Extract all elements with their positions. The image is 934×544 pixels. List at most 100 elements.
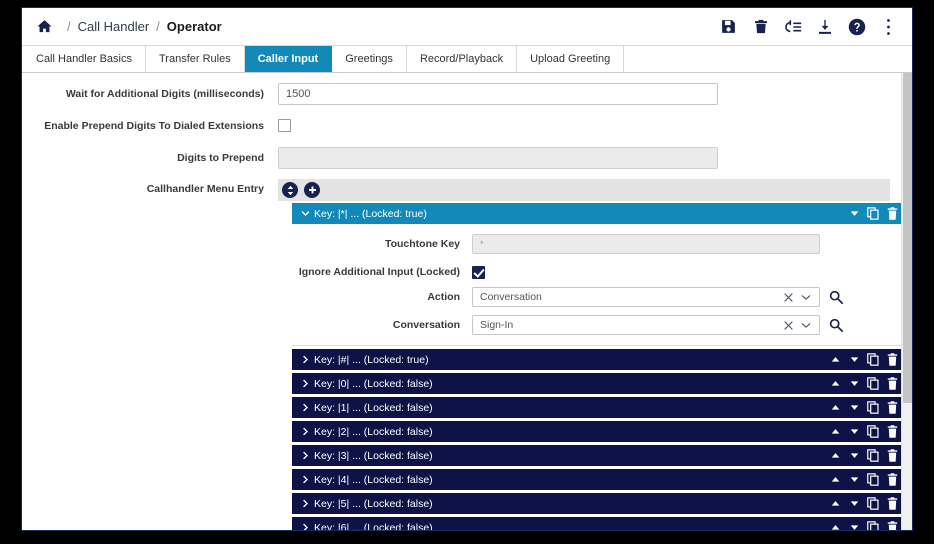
- scrollbar-thumb[interactable]: [903, 73, 912, 403]
- label-action: Action: [427, 291, 460, 303]
- accordion-header-collapsed[interactable]: Key: |#| ... (Locked: true): [292, 349, 904, 370]
- action-select[interactable]: Conversation: [472, 287, 820, 307]
- chevron-down-icon[interactable]: [797, 294, 815, 301]
- delete-icon[interactable]: [886, 207, 898, 221]
- help-icon[interactable]: [847, 17, 866, 36]
- delete-icon[interactable]: [886, 425, 898, 439]
- wait-digits-input[interactable]: [278, 83, 718, 105]
- menu-entry-toolbar: [278, 179, 890, 201]
- delete-icon[interactable]: [886, 497, 898, 511]
- delete-icon[interactable]: [886, 449, 898, 463]
- accordion-header-collapsed[interactable]: Key: |0| ... (Locked: false): [292, 373, 904, 394]
- application-window: / Call Handler / Operator Call Handler B…: [21, 7, 913, 531]
- accordion-title: Key: |1| ... (Locked: false): [314, 401, 433, 414]
- delete-icon[interactable]: [751, 17, 770, 36]
- accordion-header-collapsed[interactable]: Key: |4| ... (Locked: false): [292, 469, 904, 490]
- collapsed-entries-list: Key: |#| ... (Locked: true) Key: |0| ... …: [292, 349, 904, 530]
- move-up-icon[interactable]: [829, 449, 841, 463]
- enable-prepend-checkbox[interactable]: [278, 119, 291, 132]
- chevron-right-icon[interactable]: [299, 403, 312, 412]
- vertical-scrollbar[interactable]: [901, 73, 912, 530]
- tab-record-playback[interactable]: Record/Playback: [406, 46, 518, 72]
- move-down-icon[interactable]: [848, 425, 860, 439]
- accordion-title: Key: |3| ... (Locked: false): [314, 449, 433, 462]
- move-up-icon[interactable]: [829, 473, 841, 487]
- breadcrumb-separator-1: /: [67, 19, 71, 34]
- move-down-icon[interactable]: [848, 377, 860, 391]
- copy-icon[interactable]: [867, 473, 879, 487]
- tab-caller-input[interactable]: Caller Input: [244, 46, 333, 72]
- touchtone-key-input[interactable]: *: [472, 234, 820, 254]
- accordion-title: Key: |5| ... (Locked: false): [314, 497, 433, 510]
- conversation-search-icon[interactable]: [829, 318, 843, 332]
- copy-icon[interactable]: [867, 353, 879, 367]
- move-up-icon[interactable]: [829, 353, 841, 367]
- copy-icon[interactable]: [867, 449, 879, 463]
- delete-icon[interactable]: [886, 401, 898, 415]
- chevron-right-icon[interactable]: [299, 499, 312, 508]
- tab-call-handler-basics[interactable]: Call Handler Basics: [23, 46, 146, 72]
- refresh-list-icon[interactable]: [783, 17, 802, 36]
- accordion-actions: [829, 521, 898, 531]
- tab-upload-greeting[interactable]: Upload Greeting: [517, 46, 625, 72]
- expand-collapse-all-button[interactable]: [282, 182, 298, 198]
- home-icon[interactable]: [34, 17, 54, 37]
- digits-to-prepend-input[interactable]: [278, 147, 718, 169]
- accordion-header-expanded[interactable]: Key: |*| ... (Locked: true): [292, 203, 904, 224]
- delete-icon[interactable]: [886, 521, 898, 530]
- conversation-select[interactable]: Sign-In: [472, 315, 820, 335]
- copy-icon[interactable]: [867, 521, 879, 530]
- accordion-header-collapsed[interactable]: Key: |2| ... (Locked: false): [292, 421, 904, 442]
- move-up-icon[interactable]: [829, 377, 841, 391]
- delete-icon[interactable]: [886, 473, 898, 487]
- accordion-title: Key: |0| ... (Locked: false): [314, 377, 433, 390]
- tab-transfer-rules[interactable]: Transfer Rules: [145, 46, 245, 72]
- chevron-down-icon[interactable]: [299, 209, 312, 218]
- move-down-icon[interactable]: [848, 497, 860, 511]
- delete-icon[interactable]: [886, 377, 898, 391]
- chevron-down-icon[interactable]: [797, 322, 815, 329]
- download-icon[interactable]: [815, 17, 834, 36]
- move-down-icon[interactable]: [848, 353, 860, 367]
- breadcrumb-parent-link[interactable]: Call Handler: [78, 19, 150, 34]
- tab-greetings[interactable]: Greetings: [332, 46, 407, 72]
- ignore-additional-input-checkbox[interactable]: [472, 266, 485, 279]
- accordion-header-collapsed[interactable]: Key: |5| ... (Locked: false): [292, 493, 904, 514]
- accordion-header-collapsed[interactable]: Key: |6| ... (Locked: false): [292, 517, 904, 530]
- move-down-icon[interactable]: [848, 449, 860, 463]
- chevron-right-icon[interactable]: [299, 475, 312, 484]
- field-ignore-additional-input: [472, 262, 485, 279]
- form-row-digits-to-prepend: Digits to Prepend: [22, 147, 912, 169]
- move-down-icon[interactable]: [848, 207, 860, 221]
- move-down-icon[interactable]: [848, 473, 860, 487]
- chevron-right-icon[interactable]: [299, 523, 312, 530]
- move-up-icon[interactable]: [829, 401, 841, 415]
- accordion-body-expanded: Touchtone Key * Ignore Additional Input …: [292, 224, 904, 346]
- action-value: Conversation: [480, 291, 542, 303]
- accordion-header-collapsed[interactable]: Key: |1| ... (Locked: false): [292, 397, 904, 418]
- copy-icon[interactable]: [867, 425, 879, 439]
- clear-icon[interactable]: [780, 292, 797, 302]
- clear-icon[interactable]: [780, 320, 797, 330]
- move-up-icon[interactable]: [829, 425, 841, 439]
- breadcrumb-current: Operator: [166, 19, 222, 34]
- add-menu-entry-button[interactable]: [304, 182, 320, 198]
- action-search-icon[interactable]: [829, 290, 843, 304]
- copy-icon[interactable]: [867, 497, 879, 511]
- move-down-icon[interactable]: [848, 401, 860, 415]
- copy-icon[interactable]: [867, 377, 879, 391]
- move-down-icon[interactable]: [848, 521, 860, 531]
- copy-icon[interactable]: [867, 207, 879, 221]
- save-icon[interactable]: [719, 17, 738, 36]
- chevron-right-icon[interactable]: [299, 451, 312, 460]
- field-action: Conversation: [472, 287, 843, 307]
- chevron-right-icon[interactable]: [299, 355, 312, 364]
- more-options-icon[interactable]: [879, 17, 898, 36]
- chevron-right-icon[interactable]: [299, 379, 312, 388]
- move-up-icon[interactable]: [829, 521, 841, 531]
- chevron-right-icon[interactable]: [299, 427, 312, 436]
- copy-icon[interactable]: [867, 401, 879, 415]
- delete-icon[interactable]: [886, 353, 898, 367]
- accordion-header-collapsed[interactable]: Key: |3| ... (Locked: false): [292, 445, 904, 466]
- move-up-icon[interactable]: [829, 497, 841, 511]
